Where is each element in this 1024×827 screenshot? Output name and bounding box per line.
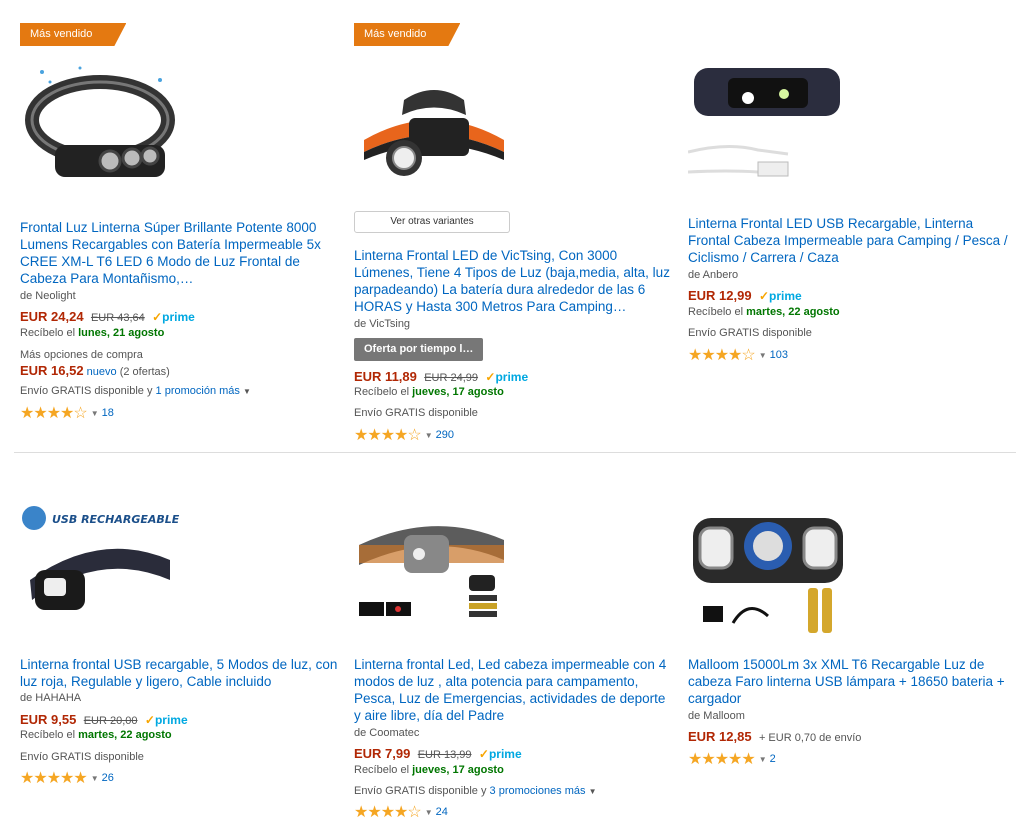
- prime-badge: ✓prime: [144, 713, 188, 727]
- chevron-down-icon[interactable]: ▼: [243, 387, 251, 396]
- product-brand: de Anbero: [688, 269, 739, 281]
- review-count[interactable]: 290: [436, 429, 454, 441]
- delivery-info: Recíbelo el martes, 22 agosto: [688, 306, 840, 318]
- delivery-info: Recíbelo el martes, 22 agosto: [20, 729, 172, 741]
- product-title[interactable]: Frontal Luz Linterna Súper Brillante Pot…: [20, 219, 335, 287]
- prime-check-icon: ✓: [485, 370, 496, 384]
- chevron-down-icon[interactable]: ▼: [425, 431, 433, 440]
- review-count[interactable]: 18: [102, 407, 114, 419]
- shipping-info: Envío GRATIS disponible: [20, 751, 144, 763]
- chevron-down-icon[interactable]: ▼: [425, 808, 433, 817]
- alt-offers-count: (2 ofertas): [119, 366, 170, 378]
- product-image[interactable]: [354, 505, 514, 625]
- price: EUR 9,55: [20, 712, 77, 727]
- product-brand: de Neolight: [20, 290, 76, 302]
- product-brand: de Coomatec: [354, 727, 420, 739]
- star-rating-icon[interactable]: ★★★★★: [688, 751, 756, 768]
- rating[interactable]: ★★★★☆ ▼ 103: [688, 345, 788, 365]
- product-image[interactable]: [20, 60, 180, 190]
- chevron-down-icon[interactable]: ▼: [759, 351, 767, 360]
- price: EUR 24,24: [20, 309, 84, 324]
- product-brand: de VicTsing: [354, 318, 411, 330]
- shipping-cost: + EUR 0,70 de envío: [758, 732, 862, 744]
- price: EUR 7,99: [354, 746, 411, 761]
- star-rating-icon[interactable]: ★★★★☆: [688, 347, 756, 364]
- product-image[interactable]: [688, 488, 848, 638]
- prime-badge: ✓prime: [758, 289, 802, 303]
- rating[interactable]: ★★★★☆ ▼ 290: [354, 425, 454, 445]
- chevron-down-icon[interactable]: ▼: [759, 755, 767, 764]
- rating[interactable]: ★★★★☆ ▼ 24: [354, 802, 448, 822]
- old-price: EUR 43,64: [90, 312, 145, 324]
- old-price: EUR 24,99: [424, 372, 479, 384]
- star-rating-icon[interactable]: ★★★★☆: [20, 405, 88, 422]
- review-count[interactable]: 2: [770, 753, 776, 765]
- shipping-info: Envío GRATIS disponible y 3 promociones …: [354, 785, 597, 797]
- rating[interactable]: ★★★★★ ▼ 2: [688, 749, 776, 769]
- usb-rechargeable-logo: USB RECHARGEABLE: [52, 513, 180, 526]
- shipping-info: Envío GRATIS disponible y 1 promoción má…: [20, 385, 251, 397]
- promo-link[interactable]: 3 promociones más: [490, 785, 586, 797]
- chevron-down-icon[interactable]: ▼: [589, 787, 597, 796]
- star-rating-icon[interactable]: ★★★★☆: [354, 427, 422, 444]
- product-brand: de Malloom: [688, 710, 745, 722]
- best-seller-badge: Más vendido: [354, 23, 460, 46]
- price-line: EUR 11,89 EUR 24,99 ✓prime: [354, 369, 528, 384]
- price: EUR 11,89: [354, 369, 417, 384]
- limited-deal-button[interactable]: Oferta por tiempo l…: [354, 338, 484, 361]
- row-divider: [14, 452, 1016, 453]
- price-line: EUR 9,55 EUR 20,00 ✓prime: [20, 712, 188, 727]
- product-image[interactable]: [688, 62, 848, 187]
- old-price: EUR 20,00: [83, 715, 138, 727]
- star-rating-icon[interactable]: ★★★★☆: [354, 804, 422, 821]
- more-options-label: Más opciones de compra: [20, 349, 143, 361]
- prime-check-icon: ✓: [478, 747, 489, 761]
- delivery-info: Recíbelo el jueves, 17 agosto: [354, 764, 504, 776]
- product-image[interactable]: [354, 70, 514, 190]
- promo-link[interactable]: 1 promoción más: [156, 385, 240, 397]
- delivery-info: Recíbelo el lunes, 21 agosto: [20, 327, 165, 339]
- product-title[interactable]: Linterna frontal Led, Led cabeza imperme…: [354, 656, 674, 724]
- prime-check-icon: ✓: [152, 310, 163, 324]
- product-title[interactable]: Linterna Frontal LED de VicTsing, Con 30…: [354, 247, 674, 315]
- prime-check-icon: ✓: [144, 713, 155, 727]
- product-title[interactable]: Malloom 15000Lm 3x XML T6 Recargable Luz…: [688, 656, 1013, 707]
- see-variants-button[interactable]: Ver otras variantes: [354, 211, 510, 233]
- rating[interactable]: ★★★★★ ▼ 26: [20, 768, 114, 788]
- star-rating-icon[interactable]: ★★★★★: [20, 770, 88, 787]
- prime-badge: ✓prime: [152, 310, 195, 324]
- price-line: EUR 24,24 EUR 43,64 ✓prime: [20, 309, 195, 324]
- price: EUR 12,85: [688, 729, 752, 744]
- prime-badge: ✓prime: [478, 747, 522, 761]
- product-image[interactable]: USB RECHARGEABLE: [20, 500, 180, 630]
- product-brand: de HAHAHA: [20, 692, 82, 704]
- alt-new-link[interactable]: nuevo: [87, 366, 117, 378]
- alt-price[interactable]: EUR 16,52: [20, 363, 84, 378]
- chevron-down-icon[interactable]: ▼: [91, 409, 99, 418]
- price-line: EUR 12,85 + EUR 0,70 de envío: [688, 729, 861, 744]
- prime-check-icon: ✓: [758, 289, 769, 303]
- review-count[interactable]: 24: [436, 806, 448, 818]
- alt-offer-line[interactable]: EUR 16,52 nuevo (2 ofertas): [20, 363, 170, 378]
- product-title[interactable]: Linterna frontal USB recargable, 5 Modos…: [20, 656, 340, 690]
- shipping-info: Envío GRATIS disponible: [354, 407, 478, 419]
- chevron-down-icon[interactable]: ▼: [91, 774, 99, 783]
- old-price: EUR 13,99: [417, 749, 472, 761]
- rating[interactable]: ★★★★☆ ▼ 18: [20, 403, 114, 423]
- shipping-info: Envío GRATIS disponible: [688, 327, 812, 339]
- price-line: EUR 12,99 ✓prime: [688, 288, 802, 303]
- delivery-info: Recíbelo el jueves, 17 agosto: [354, 386, 504, 398]
- product-title[interactable]: Linterna Frontal LED USB Recargable, Lin…: [688, 215, 1008, 266]
- price: EUR 12,99: [688, 288, 752, 303]
- review-count[interactable]: 103: [770, 349, 788, 361]
- best-seller-badge: Más vendido: [20, 23, 126, 46]
- price-line: EUR 7,99 EUR 13,99 ✓prime: [354, 746, 522, 761]
- prime-badge: ✓prime: [485, 370, 529, 384]
- review-count[interactable]: 26: [102, 772, 114, 784]
